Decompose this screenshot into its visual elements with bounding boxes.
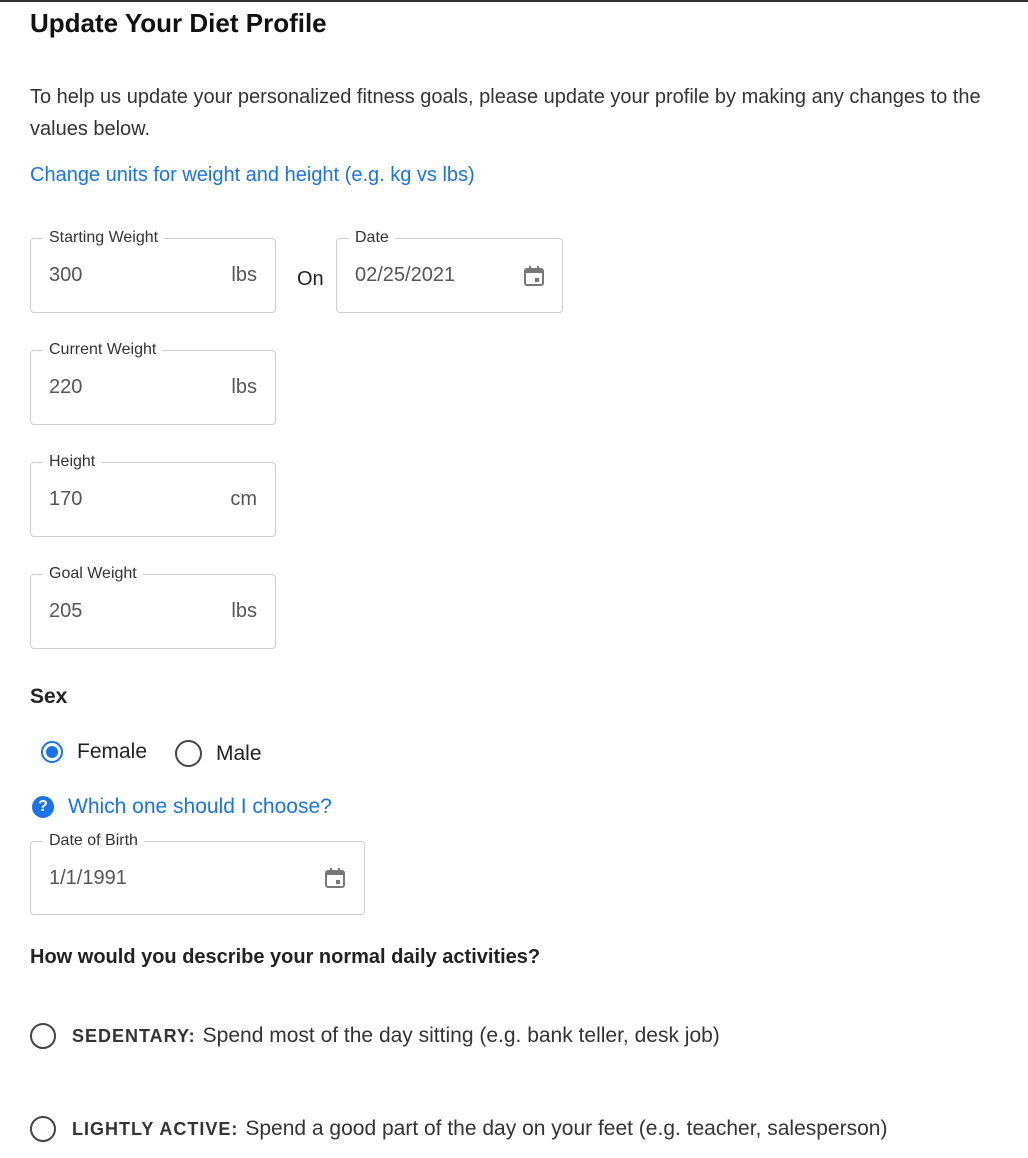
calendar-icon[interactable] (323, 866, 347, 890)
intro-text: To help us update your personalized fitn… (30, 86, 981, 140)
height-field[interactable]: Height 170 cm (30, 452, 276, 537)
help-circle-icon[interactable]: ? (32, 796, 54, 818)
activities-question: How would you describe your normal daily… (30, 946, 541, 968)
sex-option-label: Male (216, 741, 262, 765)
start-date-field[interactable]: Date 02/25/2021 (336, 228, 563, 313)
on-label: On (297, 268, 324, 290)
goal-weight-field[interactable]: Goal Weight 205 lbs (30, 564, 276, 649)
goal-weight-value[interactable]: 205 (49, 575, 82, 648)
goal-weight-unit: lbs (231, 600, 257, 622)
current-weight-value[interactable]: 220 (49, 351, 82, 424)
activity-description: Spend most of the day sitting (e.g. bank… (202, 1024, 720, 1047)
activity-name: LIGHTLY ACTIVE: (72, 1118, 239, 1139)
radio-icon[interactable] (30, 1116, 56, 1142)
which-one-help-link[interactable]: ? Which one should I choose? (32, 795, 332, 819)
starting-weight-field[interactable]: Starting Weight 300 lbs (30, 228, 276, 313)
change-units-link[interactable]: Change units for weight and height (e.g.… (30, 164, 475, 187)
activity-name: SEDENTARY: (72, 1025, 196, 1046)
sex-option-male[interactable]: Male (175, 740, 262, 767)
sex-option-female[interactable]: Female (41, 740, 147, 764)
date-of-birth-value[interactable]: 1/1/1991 (49, 842, 127, 914)
starting-weight-value[interactable]: 300 (49, 239, 82, 312)
height-value[interactable]: 170 (49, 463, 82, 536)
radio-icon[interactable] (175, 740, 202, 767)
activity-option-lightly-active[interactable]: LIGHTLY ACTIVE: Spend a good part of the… (30, 1116, 887, 1142)
help-link-label[interactable]: Which one should I choose? (68, 795, 332, 819)
top-border (0, 0, 1028, 2)
current-weight-field[interactable]: Current Weight 220 lbs (30, 340, 276, 425)
activity-description: Spend a good part of the day on your fee… (245, 1117, 888, 1140)
date-of-birth-field[interactable]: Date of Birth 1/1/1991 (30, 831, 365, 915)
current-weight-unit: lbs (231, 376, 257, 398)
radio-icon[interactable] (41, 741, 63, 763)
sex-option-label: Female (77, 740, 148, 763)
activity-option-sedentary[interactable]: SEDENTARY: Spend most of the day sitting… (30, 1023, 720, 1049)
calendar-icon[interactable] (522, 264, 546, 288)
height-unit: cm (230, 488, 257, 510)
sex-label: Sex (30, 685, 68, 708)
start-date-value[interactable]: 02/25/2021 (355, 239, 455, 312)
page-title: Update Your Diet Profile (30, 8, 327, 38)
radio-icon[interactable] (30, 1023, 56, 1049)
starting-weight-unit: lbs (231, 264, 257, 286)
